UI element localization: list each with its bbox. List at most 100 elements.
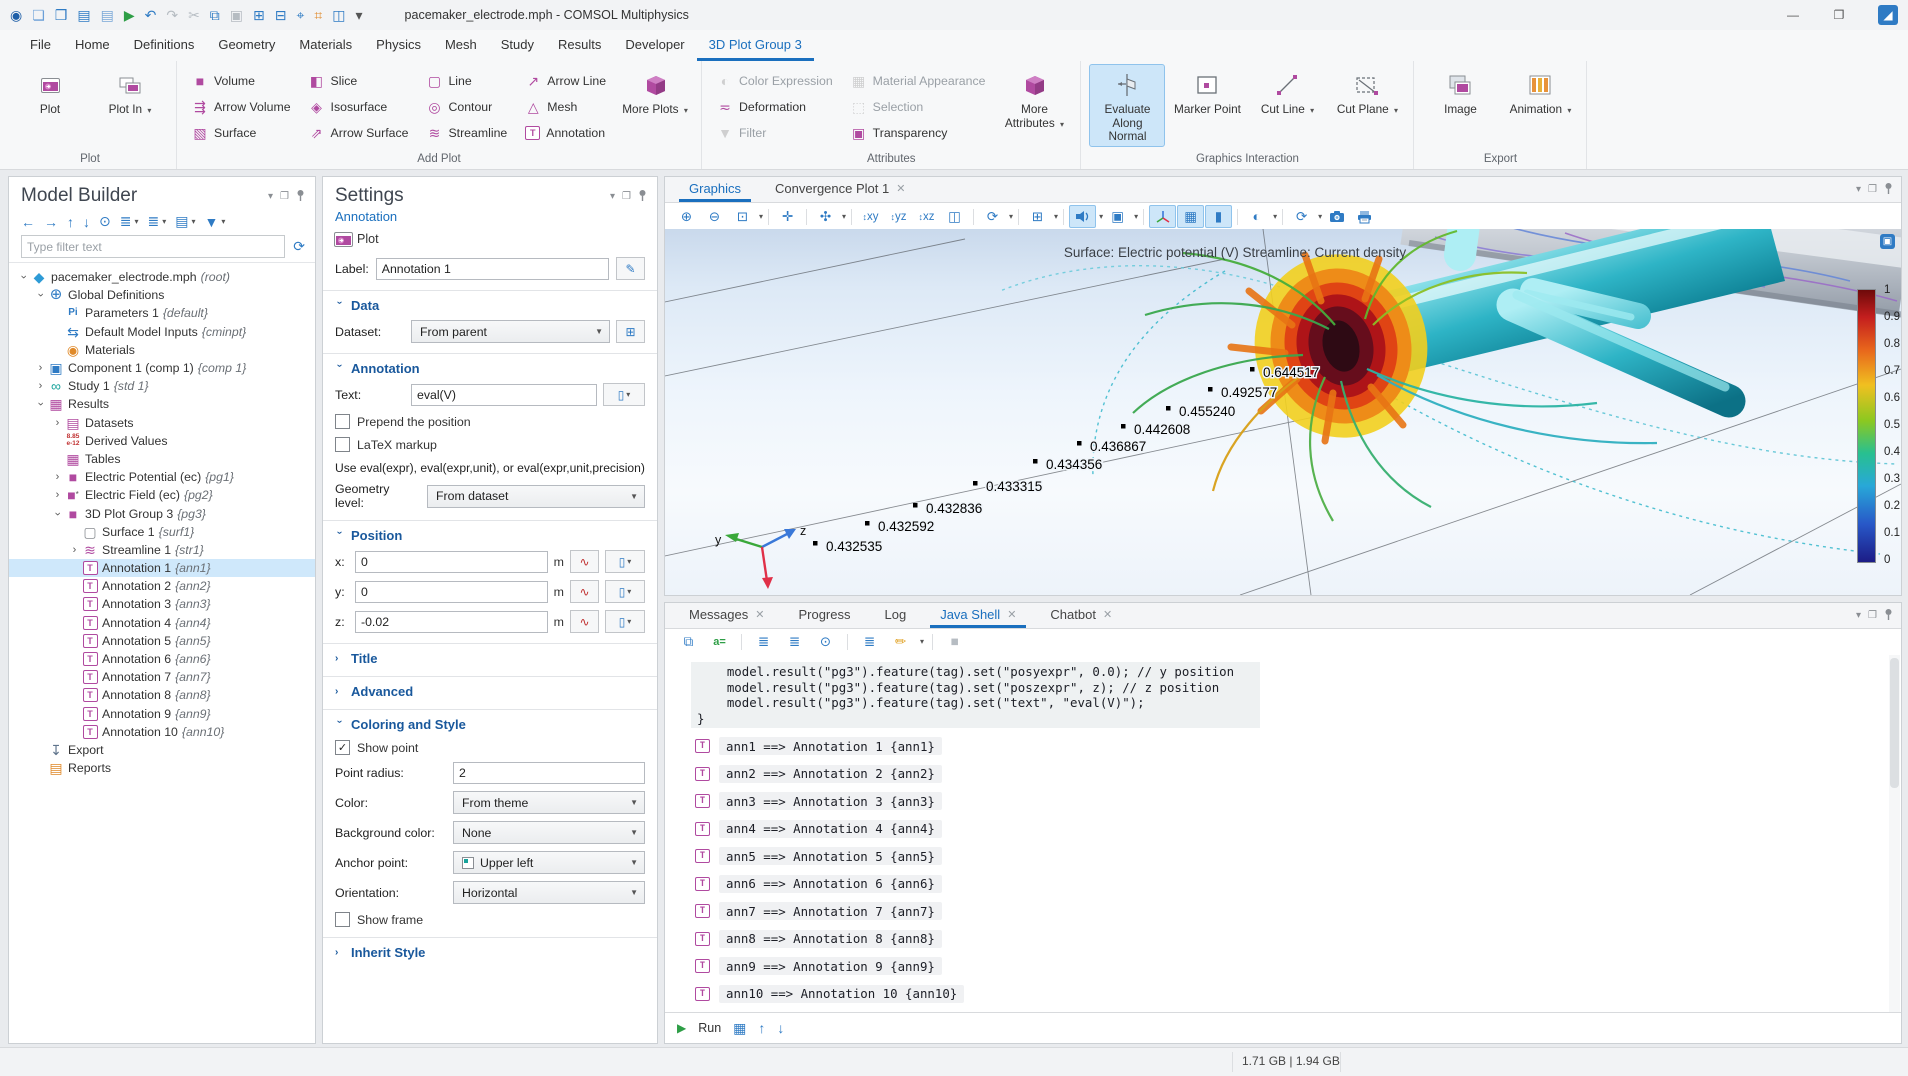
expander-icon[interactable]: › [51,417,64,429]
ribbon-button-arrow-surface[interactable]: ⇗Arrow Surface [302,120,416,146]
scene-light-icon[interactable]: ◫ [941,205,968,228]
view-yz-icon[interactable]: ↕yz [885,205,912,228]
chevron-down-icon[interactable]: ▾ [1099,212,1103,221]
go-to-view-icon[interactable]: ✣ [812,205,839,228]
panel-menu-icon[interactable]: ▾ [1856,184,1861,195]
close-icon[interactable]: ✕ [896,182,905,195]
replace-expression-icon[interactable]: ▯▾ [605,580,645,603]
show-triad-icon[interactable] [1149,205,1176,228]
latex-markup-checkbox[interactable] [335,437,350,452]
point-radius-input[interactable]: 2 [453,762,645,784]
zoom-in-icon[interactable]: ⊕ [673,205,700,228]
search-doc-icon[interactable]: ◫ [332,8,345,22]
background-color-select[interactable]: None▼ [453,821,645,844]
expander-icon[interactable]: › [35,398,47,411]
ribbon-button-more-plots[interactable]: More Plots ▾ [617,64,693,121]
view-xy-icon[interactable]: ↕xy [857,205,884,228]
ribbon-button-image[interactable]: Image [1422,64,1498,120]
select-mode-icon[interactable] [1069,205,1096,228]
expander-icon[interactable]: › [34,362,47,374]
delete-icon[interactable]: ⊟ [275,8,287,22]
y-input[interactable]: 0 [355,581,548,603]
copy-icon[interactable]: ⧉ [210,8,220,22]
float-panel-icon[interactable]: ❐ [1868,610,1877,621]
tree-item-annotation-1[interactable]: TAnnotation 1{ann1} [9,559,315,577]
pin-icon[interactable] [1884,182,1893,197]
close-icon[interactable]: ✕ [1007,608,1016,621]
ribbon-button-marker-point[interactable]: Marker Point [1169,64,1245,120]
tree-item-global-definitions[interactable]: ›⊕Global Definitions [9,286,315,304]
move-up-icon[interactable]: ↑ [67,214,74,230]
ribbon-tab-active[interactable]: 3D Plot Group 3 [697,30,814,61]
menu-study[interactable]: Study [489,30,546,61]
tree-item-results[interactable]: ›▦Results [9,395,315,413]
expander-icon[interactable]: › [52,507,64,520]
chevron-down-icon[interactable]: ▾ [759,212,763,221]
tree-item-annotation-10[interactable]: TAnnotation 10{ann10} [9,723,315,741]
console-tab-java-shell[interactable]: Java Shell✕ [930,603,1026,628]
ribbon-button-mesh[interactable]: △Mesh [518,94,613,120]
expander-icon[interactable]: › [34,380,47,392]
tree-item-annotation-2[interactable]: TAnnotation 2{ann2} [9,577,315,595]
menu-definitions[interactable]: Definitions [122,30,207,61]
anchor-point-select[interactable]: Upper left▼ [453,851,645,874]
chevron-down-icon[interactable]: ▾ [1134,212,1138,221]
close-icon[interactable]: ✕ [755,608,764,621]
forward-icon[interactable]: → [44,214,58,230]
graphics-tab-graphics[interactable]: Graphics [679,177,751,202]
orientation-select[interactable]: Horizontal▼ [453,881,645,904]
menu-results[interactable]: Results [546,30,613,61]
edit-dataset-icon[interactable]: ⊞ [616,320,645,343]
float-panel-icon[interactable]: ❐ [622,191,631,202]
java-shell-content[interactable]: model.result("pg3").feature(tag).set("po… [665,654,1901,1013]
plot-tools-icon[interactable]: ▣ [1880,234,1895,249]
refresh-icon[interactable]: ⟳ [293,238,305,255]
tree-item-electric-field-ec-[interactable]: ›■*Electric Field (ec){pg2} [9,486,315,504]
insert-expression-icon[interactable]: ▯▾ [603,383,645,406]
customize-icon[interactable]: ▾ [356,8,363,22]
tree-item-annotation-6[interactable]: TAnnotation 6{ann6} [9,650,315,668]
update-icon[interactable]: ⟳ [1288,205,1315,228]
console-tab-progress[interactable]: Progress [788,603,860,628]
tree-item-component-1-comp-1-[interactable]: ›▣Component 1 (comp 1){comp 1} [9,359,315,377]
ribbon-button-plot[interactable]: Plot [12,64,88,120]
graphics-canvas[interactable]: y z x 0.6445170.4925770.4552400.4426080.… [665,229,1901,595]
ribbon-button-animation[interactable]: Animation ▾ [1502,64,1578,121]
paste-special-icon[interactable]: ⊞ [253,8,265,22]
chevron-down-icon[interactable]: ▾ [842,212,846,221]
pin-icon[interactable] [1884,608,1893,623]
show-legend-icon[interactable]: ▮ [1205,205,1232,228]
tree-item-annotation-4[interactable]: TAnnotation 4{ann4} [9,614,315,632]
command-input-icon[interactable]: ▦ [733,1020,746,1037]
geometry-level-select[interactable]: From dataset▼ [427,485,645,508]
x-input[interactable]: 0 [355,551,548,573]
chevron-down-icon[interactable]: ▾ [1009,212,1013,221]
panel-menu-icon[interactable]: ▾ [268,191,273,202]
run-icon[interactable]: ▶ [124,8,135,22]
ribbon-button-arrow-volume[interactable]: ⇶Arrow Volume [185,94,298,120]
filter-icon[interactable]: ▼ [204,214,218,230]
dataset-select[interactable]: From parent▼ [411,320,610,343]
menu-home[interactable]: Home [63,30,122,61]
chevron-down-icon[interactable]: ▾ [1273,212,1277,221]
zoom-box-icon[interactable]: ⊡ [729,205,756,228]
minimize-button[interactable]: — [1770,0,1816,30]
tree-item-default-model-inputs[interactable]: ⇆Default Model Inputs{cminpt} [9,323,315,341]
float-panel-icon[interactable]: ❐ [1868,184,1877,195]
transparency-toggle-icon[interactable]: ▣ [1104,205,1131,228]
replace-expression-icon[interactable]: ▯▾ [605,550,645,573]
rename-icon[interactable]: ✎ [616,257,645,280]
z-input[interactable]: -0.02 [355,611,548,633]
show-grid-icon[interactable]: ▦ [1177,205,1204,228]
tree-item-annotation-7[interactable]: TAnnotation 7{ann7} [9,668,315,686]
menu-file[interactable]: File [18,30,63,61]
run-button[interactable]: Run [698,1021,721,1035]
tree-item-annotation-3[interactable]: TAnnotation 3{ann3} [9,595,315,613]
tree-filter-input[interactable] [21,235,285,258]
tree-item-3d-plot-group-3[interactable]: ›■3D Plot Group 3{pg3} [9,504,315,522]
tree-item-export[interactable]: ↧Export [9,741,315,759]
range-icon[interactable]: ∿ [570,610,599,633]
tree-item-tables[interactable]: ▦Tables [9,450,315,468]
ribbon-button-isosurface[interactable]: ◈Isosurface [302,94,416,120]
clear-icon[interactable]: ✏ [887,630,914,653]
